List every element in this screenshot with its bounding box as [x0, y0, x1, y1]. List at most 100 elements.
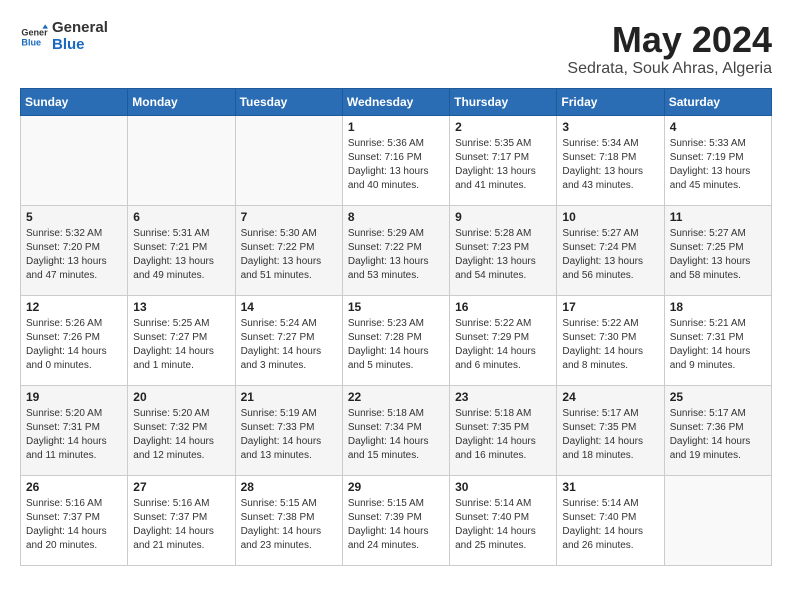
day-number: 7	[241, 210, 337, 224]
calendar-cell: 22 Sunrise: 5:18 AM Sunset: 7:34 PM Dayli…	[342, 385, 449, 475]
calendar-cell: 30 Sunrise: 5:14 AM Sunset: 7:40 PM Dayli…	[450, 475, 557, 565]
day-number: 2	[455, 120, 551, 134]
day-info: Sunrise: 5:29 AM Sunset: 7:22 PM Dayligh…	[348, 227, 444, 283]
calendar-cell: 19Sunrise: 5:20 AM Sunset: 7:31 PM Dayli…	[21, 385, 128, 475]
calendar-cell: 13 Sunrise: 5:25 AM Sunset: 7:27 PM Dayli…	[128, 295, 235, 385]
calendar-cell	[235, 115, 342, 205]
day-info: Sunrise: 5:14 AM Sunset: 7:40 PM Dayligh…	[562, 497, 658, 553]
week-row-1: 5 Sunrise: 5:32 AM Sunset: 7:20 PM Daylig…	[21, 205, 772, 295]
calendar-cell: 3 Sunrise: 5:34 AM Sunset: 7:18 PM Daylig…	[557, 115, 664, 205]
calendar-cell: 29 Sunrise: 5:15 AM Sunset: 7:39 PM Dayli…	[342, 475, 449, 565]
calendar-cell: 21 Sunrise: 5:19 AM Sunset: 7:33 PM Dayli…	[235, 385, 342, 475]
day-info: Sunrise: 5:36 AM Sunset: 7:16 PM Dayligh…	[348, 137, 444, 193]
day-number: 21	[241, 390, 337, 404]
calendar-cell: 1Sunrise: 5:36 AM Sunset: 7:16 PM Daylig…	[342, 115, 449, 205]
day-info: Sunrise: 5:15 AM Sunset: 7:38 PM Dayligh…	[241, 497, 337, 553]
day-info: Sunrise: 5:23 AM Sunset: 7:28 PM Dayligh…	[348, 317, 444, 373]
logo: General Blue General Blue	[20, 20, 108, 53]
day-number: 20	[133, 390, 229, 404]
day-info: Sunrise: 5:34 AM Sunset: 7:18 PM Dayligh…	[562, 137, 658, 193]
logo-blue: Blue	[52, 37, 108, 54]
day-info: Sunrise: 5:20 AM Sunset: 7:31 PM Dayligh…	[26, 407, 122, 463]
calendar-cell: 10 Sunrise: 5:27 AM Sunset: 7:24 PM Dayli…	[557, 205, 664, 295]
header-day-friday: Friday	[557, 88, 664, 115]
day-info: Sunrise: 5:25 AM Sunset: 7:27 PM Dayligh…	[133, 317, 229, 373]
day-number: 27	[133, 480, 229, 494]
day-number: 5	[26, 210, 122, 224]
day-number: 24	[562, 390, 658, 404]
calendar-subtitle: Sedrata, Souk Ahras, Algeria	[567, 60, 772, 78]
day-info: Sunrise: 5:15 AM Sunset: 7:39 PM Dayligh…	[348, 497, 444, 553]
calendar-cell: 7Sunrise: 5:30 AM Sunset: 7:22 PM Daylig…	[235, 205, 342, 295]
day-info: Sunrise: 5:32 AM Sunset: 7:20 PM Dayligh…	[26, 227, 122, 283]
day-info: Sunrise: 5:16 AM Sunset: 7:37 PM Dayligh…	[133, 497, 229, 553]
header-row: SundayMondayTuesdayWednesdayThursdayFrid…	[21, 88, 772, 115]
calendar-cell: 27 Sunrise: 5:16 AM Sunset: 7:37 PM Dayli…	[128, 475, 235, 565]
header-day-thursday: Thursday	[450, 88, 557, 115]
day-info: Sunrise: 5:18 AM Sunset: 7:35 PM Dayligh…	[455, 407, 551, 463]
day-number: 10	[562, 210, 658, 224]
calendar-cell: 18 Sunrise: 5:21 AM Sunset: 7:31 PM Dayli…	[664, 295, 771, 385]
calendar-header: SundayMondayTuesdayWednesdayThursdayFrid…	[21, 88, 772, 115]
logo-general: General	[52, 20, 108, 37]
day-info: Sunrise: 5:28 AM Sunset: 7:23 PM Dayligh…	[455, 227, 551, 283]
day-info: Sunrise: 5:27 AM Sunset: 7:24 PM Dayligh…	[562, 227, 658, 283]
header-day-tuesday: Tuesday	[235, 88, 342, 115]
day-number: 26	[26, 480, 122, 494]
calendar-cell: 12Sunrise: 5:26 AM Sunset: 7:26 PM Dayli…	[21, 295, 128, 385]
day-info: Sunrise: 5:21 AM Sunset: 7:31 PM Dayligh…	[670, 317, 766, 373]
day-number: 4	[670, 120, 766, 134]
day-number: 28	[241, 480, 337, 494]
calendar-cell: 2Sunrise: 5:35 AM Sunset: 7:17 PM Daylig…	[450, 115, 557, 205]
calendar-table: SundayMondayTuesdayWednesdayThursdayFrid…	[20, 88, 772, 566]
day-number: 11	[670, 210, 766, 224]
day-number: 31	[562, 480, 658, 494]
day-info: Sunrise: 5:31 AM Sunset: 7:21 PM Dayligh…	[133, 227, 229, 283]
day-number: 9	[455, 210, 551, 224]
calendar-cell: 9 Sunrise: 5:28 AM Sunset: 7:23 PM Daylig…	[450, 205, 557, 295]
calendar-cell: 14Sunrise: 5:24 AM Sunset: 7:27 PM Dayli…	[235, 295, 342, 385]
calendar-cell: 5 Sunrise: 5:32 AM Sunset: 7:20 PM Daylig…	[21, 205, 128, 295]
calendar-cell: 23 Sunrise: 5:18 AM Sunset: 7:35 PM Dayli…	[450, 385, 557, 475]
calendar-cell	[664, 475, 771, 565]
day-info: Sunrise: 5:19 AM Sunset: 7:33 PM Dayligh…	[241, 407, 337, 463]
calendar-cell: 31 Sunrise: 5:14 AM Sunset: 7:40 PM Dayli…	[557, 475, 664, 565]
calendar-cell: 25Sunrise: 5:17 AM Sunset: 7:36 PM Dayli…	[664, 385, 771, 475]
day-number: 15	[348, 300, 444, 314]
week-row-0: 1Sunrise: 5:36 AM Sunset: 7:16 PM Daylig…	[21, 115, 772, 205]
calendar-cell	[21, 115, 128, 205]
header-day-saturday: Saturday	[664, 88, 771, 115]
day-info: Sunrise: 5:18 AM Sunset: 7:34 PM Dayligh…	[348, 407, 444, 463]
day-info: Sunrise: 5:14 AM Sunset: 7:40 PM Dayligh…	[455, 497, 551, 553]
day-info: Sunrise: 5:17 AM Sunset: 7:35 PM Dayligh…	[562, 407, 658, 463]
day-number: 17	[562, 300, 658, 314]
week-row-2: 12Sunrise: 5:26 AM Sunset: 7:26 PM Dayli…	[21, 295, 772, 385]
day-info: Sunrise: 5:33 AM Sunset: 7:19 PM Dayligh…	[670, 137, 766, 193]
svg-text:General: General	[21, 27, 48, 37]
calendar-body: 1Sunrise: 5:36 AM Sunset: 7:16 PM Daylig…	[21, 115, 772, 565]
header: General Blue General Blue May 2024 Sedra…	[20, 20, 772, 78]
calendar-cell: 20Sunrise: 5:20 AM Sunset: 7:32 PM Dayli…	[128, 385, 235, 475]
day-number: 23	[455, 390, 551, 404]
day-info: Sunrise: 5:16 AM Sunset: 7:37 PM Dayligh…	[26, 497, 122, 553]
logo-icon: General Blue	[20, 23, 48, 51]
day-number: 13	[133, 300, 229, 314]
calendar-cell: 17Sunrise: 5:22 AM Sunset: 7:30 PM Dayli…	[557, 295, 664, 385]
calendar-cell: 6Sunrise: 5:31 AM Sunset: 7:21 PM Daylig…	[128, 205, 235, 295]
calendar-cell: 24 Sunrise: 5:17 AM Sunset: 7:35 PM Dayli…	[557, 385, 664, 475]
day-number: 3	[562, 120, 658, 134]
day-number: 29	[348, 480, 444, 494]
header-day-wednesday: Wednesday	[342, 88, 449, 115]
day-number: 22	[348, 390, 444, 404]
calendar-cell: 4 Sunrise: 5:33 AM Sunset: 7:19 PM Daylig…	[664, 115, 771, 205]
calendar-cell: 16Sunrise: 5:22 AM Sunset: 7:29 PM Dayli…	[450, 295, 557, 385]
header-day-sunday: Sunday	[21, 88, 128, 115]
day-number: 25	[670, 390, 766, 404]
day-info: Sunrise: 5:24 AM Sunset: 7:27 PM Dayligh…	[241, 317, 337, 373]
day-number: 30	[455, 480, 551, 494]
day-number: 18	[670, 300, 766, 314]
day-info: Sunrise: 5:26 AM Sunset: 7:26 PM Dayligh…	[26, 317, 122, 373]
day-number: 16	[455, 300, 551, 314]
day-number: 8	[348, 210, 444, 224]
calendar-cell: 26 Sunrise: 5:16 AM Sunset: 7:37 PM Dayli…	[21, 475, 128, 565]
